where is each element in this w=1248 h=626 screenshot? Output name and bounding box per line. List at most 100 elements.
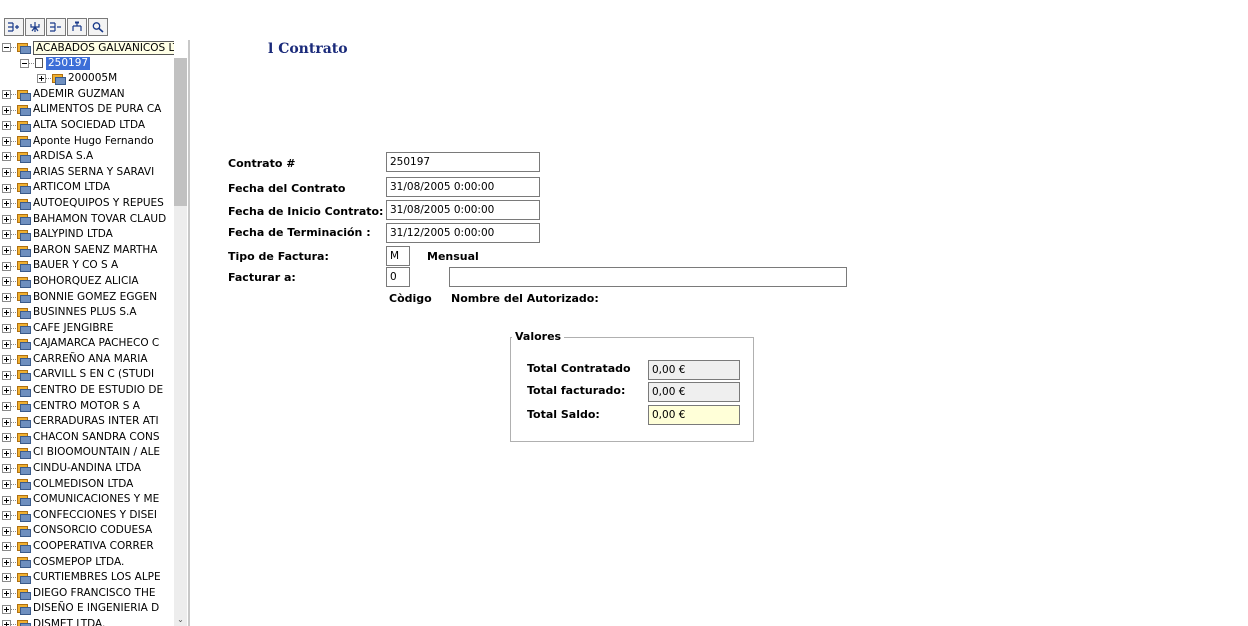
tree-client-label[interactable]: CONFECCIONES Y DISEI	[33, 508, 157, 524]
tree-client-label[interactable]: CARVILL S EN C (STUDI	[33, 367, 154, 383]
tree-client-item[interactable]: CONFECCIONES Y DISEI	[0, 508, 174, 524]
tree-client-label[interactable]: ARTICOM LTDA	[33, 180, 110, 196]
expand-toggle-icon[interactable]	[2, 308, 11, 318]
expand-toggle-icon[interactable]	[2, 183, 11, 193]
expand-toggle-icon[interactable]	[2, 355, 11, 365]
tree-client-label[interactable]: CINDU-ANDINA LTDA	[33, 461, 141, 477]
tree-client-label[interactable]: COMUNICACIONES Y ME	[33, 492, 159, 508]
tree-client-label[interactable]: BARON SAENZ MARTHA	[33, 243, 157, 259]
tree-client-item[interactable]: CHACON SANDRA CONS	[0, 430, 174, 446]
tree-scrollbar[interactable]: ⌄	[174, 58, 187, 626]
tree-client-label[interactable]: BAHAMON TOVAR CLAUD	[33, 212, 166, 228]
expand-toggle-icon[interactable]	[2, 433, 11, 443]
expand-toggle-icon[interactable]	[2, 105, 11, 115]
expand-toggle-icon[interactable]	[2, 152, 11, 162]
expand-toggle-icon[interactable]	[2, 323, 11, 333]
expand-all-button[interactable]	[4, 18, 24, 36]
tipo-factura-input[interactable]: M	[386, 246, 410, 266]
tree-client-item[interactable]: BOHORQUEZ ALICIA	[0, 274, 174, 290]
tree-client-label[interactable]: DIEGO FRANCISCO THE	[33, 586, 155, 602]
tree-client-item[interactable]: CONSORCIO CODUESA	[0, 523, 174, 539]
expand-toggle-icon[interactable]	[2, 136, 11, 146]
expand-toggle-icon[interactable]	[2, 214, 11, 224]
tree-client-label[interactable]: BONNIE GOMEZ EGGEN	[33, 290, 157, 306]
tree-client-label[interactable]: ARIAS SERNA Y SARAVI	[33, 165, 154, 181]
tree-child-label[interactable]: 200005M	[68, 71, 117, 87]
facturar-codigo-input[interactable]: 0	[386, 267, 410, 287]
tree-client-item[interactable]: COMUNICACIONES Y ME	[0, 492, 174, 508]
expand-toggle-icon[interactable]	[2, 495, 11, 505]
tree-client-label[interactable]: COLMEDISON LTDA	[33, 477, 133, 493]
tree-client-item[interactable]: CAJAMARCA PACHECO C	[0, 336, 174, 352]
total-contratado-input[interactable]: 0,00 €	[648, 360, 740, 380]
tree-client-item[interactable]: COLMEDISON LTDA	[0, 477, 174, 493]
expand-toggle-icon[interactable]	[2, 386, 11, 396]
tree-client-item[interactable]: BONNIE GOMEZ EGGEN	[0, 290, 174, 306]
expand-toggle-icon[interactable]	[37, 74, 46, 84]
expand-toggle-icon[interactable]	[2, 168, 11, 178]
expand-toggle-icon[interactable]	[2, 261, 11, 271]
fecha-terminacion-input[interactable]: 31/12/2005 0:00:00	[386, 223, 540, 243]
tree-client-item[interactable]: DISMET LTDA.	[0, 617, 174, 626]
tree-client-item[interactable]: CAFE JENGIBRE	[0, 321, 174, 337]
tree-client-label[interactable]: COSMEPOP LTDA.	[33, 555, 124, 571]
tree-client-label[interactable]: CHACON SANDRA CONS	[33, 430, 160, 446]
contrato-input[interactable]: 250197	[386, 152, 540, 172]
tree-client-label[interactable]: ARDISA S.A	[33, 149, 93, 165]
expand-toggle-icon[interactable]	[2, 401, 11, 411]
total-facturado-input[interactable]: 0,00 €	[648, 382, 740, 402]
expand-toggle-icon[interactable]	[2, 542, 11, 552]
tree-client-label[interactable]: BOHORQUEZ ALICIA	[33, 274, 139, 290]
tree-client-item[interactable]: CARVILL S EN C (STUDI	[0, 367, 174, 383]
tree-client-item[interactable]: ADEMIR GUZMAN	[0, 87, 174, 103]
expand-toggle-icon[interactable]	[2, 246, 11, 256]
tree-client-label[interactable]: BUSINNES PLUS S.A	[33, 305, 137, 321]
scrollbar-thumb[interactable]	[174, 58, 187, 206]
expand-toggle-icon[interactable]	[2, 90, 11, 100]
expand-toggle-icon[interactable]	[2, 417, 11, 427]
tree-client-label[interactable]: CURTIEMBRES LOS ALPE	[33, 570, 161, 586]
tree-client-item[interactable]: ARIAS SERNA Y SARAVI	[0, 165, 174, 181]
tree-root-label[interactable]: ACABADOS GALVANICOS LTDA	[33, 40, 174, 55]
tree-client-item[interactable]: BAUER Y CO S A	[0, 258, 174, 274]
tree-client-item[interactable]: DIEGO FRANCISCO THE	[0, 586, 174, 602]
tree-client-label[interactable]: CENTRO DE ESTUDIO DE	[33, 383, 163, 399]
tree-client-label[interactable]: BALYPIND LTDA	[33, 227, 113, 243]
tree-client-label[interactable]: COOPERATIVA CORRER	[33, 539, 154, 555]
tree-client-label[interactable]: Aponte Hugo Fernando	[33, 134, 154, 150]
expand-toggle-icon[interactable]	[2, 199, 11, 209]
tree-client-label[interactable]: DISEÑO E INGENIERIA D	[33, 601, 159, 617]
collapse-toggle-icon[interactable]	[20, 58, 29, 68]
tree-client-item[interactable]: COOPERATIVA CORRER	[0, 539, 174, 555]
expand-toggle-icon[interactable]	[2, 557, 11, 567]
expand-toggle-icon[interactable]	[2, 620, 11, 626]
tree-client-item[interactable]: BARON SAENZ MARTHA	[0, 243, 174, 259]
tree-client-label[interactable]: CI BIOOMOUNTAIN / ALE	[33, 445, 160, 461]
tree-client-item[interactable]: CERRADURAS INTER ATI	[0, 414, 174, 430]
tree-client-item[interactable]: CURTIEMBRES LOS ALPE	[0, 570, 174, 586]
expand-toggle-icon[interactable]	[2, 370, 11, 380]
collapse-all-button[interactable]	[46, 18, 66, 36]
tree-client-label[interactable]: ADEMIR GUZMAN	[33, 87, 125, 103]
tree-client-item[interactable]: ARTICOM LTDA	[0, 180, 174, 196]
expand-toggle-icon[interactable]	[2, 589, 11, 599]
tree-client-item[interactable]: CINDU-ANDINA LTDA	[0, 461, 174, 477]
tree-client-item[interactable]: ALTA SOCIEDAD LTDA	[0, 118, 174, 134]
tree-client-item[interactable]: CENTRO MOTOR S A	[0, 399, 174, 415]
expand-toggle-icon[interactable]	[2, 292, 11, 302]
expand-toggle-icon[interactable]	[2, 121, 11, 131]
filter-tree-button[interactable]	[25, 18, 45, 36]
tree-client-label[interactable]: CERRADURAS INTER ATI	[33, 414, 159, 430]
tree-client-label[interactable]: DISMET LTDA.	[33, 617, 105, 626]
tree-client-label[interactable]: CONSORCIO CODUESA	[33, 523, 152, 539]
expand-toggle-icon[interactable]	[2, 277, 11, 287]
expand-toggle-icon[interactable]	[2, 604, 11, 614]
tree-client-label[interactable]: CAJAMARCA PACHECO C	[33, 336, 159, 352]
tree-client-label[interactable]: AUTOEQUIPOS Y REPUES	[33, 196, 164, 212]
search-button[interactable]	[88, 18, 108, 36]
tree-client-item[interactable]: ARDISA S.A	[0, 149, 174, 165]
tree-client-label[interactable]: CARREÑO ANA MARIA	[33, 352, 148, 368]
expand-toggle-icon[interactable]	[2, 339, 11, 349]
tree-client-item[interactable]: BALYPIND LTDA	[0, 227, 174, 243]
expand-toggle-icon[interactable]	[2, 511, 11, 521]
